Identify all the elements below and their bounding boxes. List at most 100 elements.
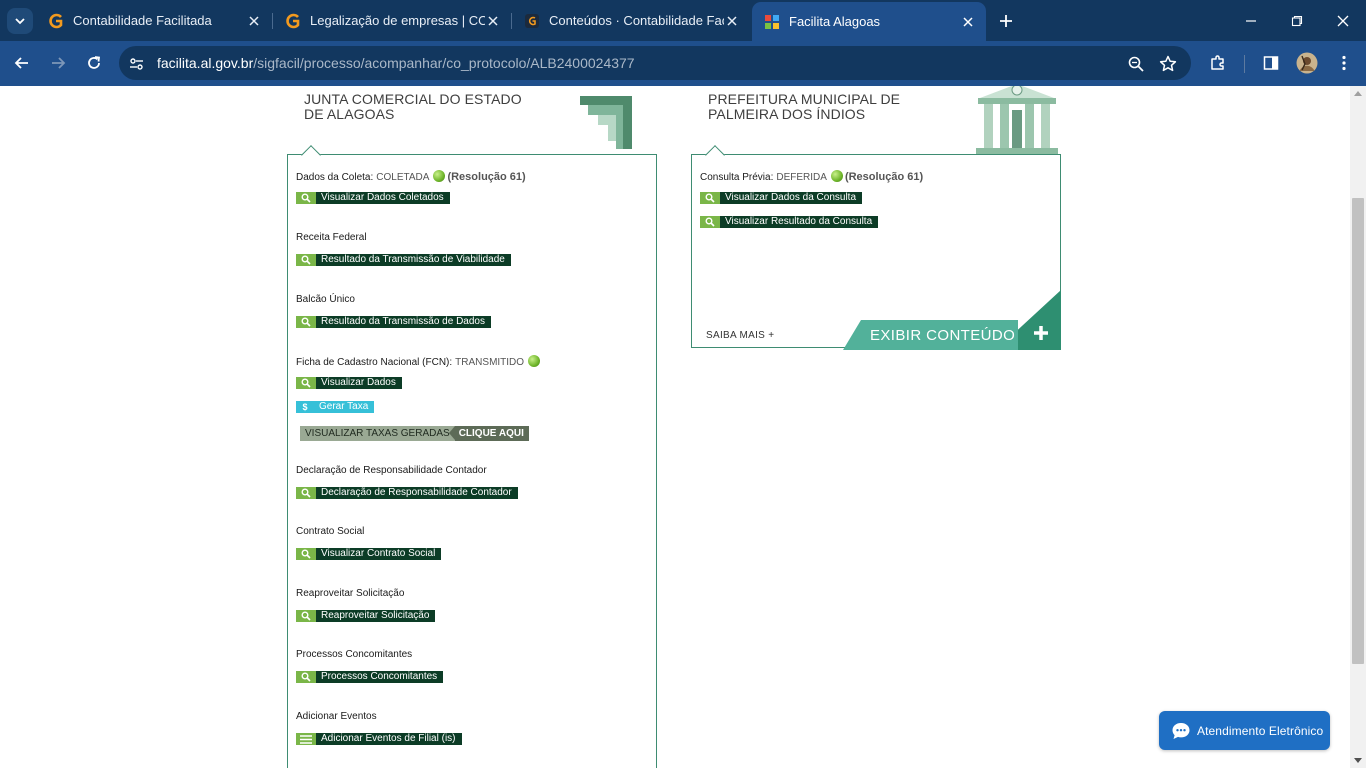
close-icon[interactable]: [485, 13, 501, 29]
back-button[interactable]: [10, 51, 34, 75]
button-label: Processos Concomitantes: [316, 671, 444, 683]
facilita-logo-icon: [764, 14, 780, 30]
browser-toolbar: facilita.al.gov.br/sigfacil/processo/aco…: [0, 41, 1366, 86]
close-icon[interactable]: [724, 13, 740, 29]
plus-icon: [1000, 15, 1012, 27]
extensions-button[interactable]: [1207, 52, 1229, 74]
magnifier-icon: [296, 610, 316, 622]
chat-bubble-icon: [1172, 722, 1190, 739]
contabilidade-small-logo-icon: [524, 13, 540, 29]
consulta-resolution: (Resolução 61): [844, 171, 924, 183]
visualizar-dados-coletados-button[interactable]: Visualizar Dados Coletados: [296, 192, 450, 204]
resultado-viabilidade-button[interactable]: Resultado da Transmissão de Viabilidade: [296, 254, 511, 266]
visualizar-taxas-geradas-link[interactable]: VISUALIZAR TAXAS GERADAS CLIQUE AQUI: [300, 426, 529, 441]
minimize-button[interactable]: [1239, 9, 1263, 33]
receita-label: Receita Federal: [296, 232, 367, 243]
gerar-taxa-button[interactable]: $ Gerar Taxa: [296, 401, 375, 413]
button-label: Visualizar Resultado da Consulta: [720, 216, 879, 228]
page-scrollbar[interactable]: [1350, 86, 1366, 768]
visualizar-resultado-consulta-button[interactable]: Visualizar Resultado da Consulta: [700, 216, 879, 228]
coleta-resolution: (Resolução 61): [447, 171, 526, 183]
visualizar-dados-button[interactable]: Visualizar Dados: [296, 377, 402, 389]
coleta-status: COLETADA: [376, 172, 430, 183]
site-settings-icon[interactable]: [127, 54, 147, 74]
resultado-transmissao-dados-button[interactable]: Resultado da Transmissão de Dados: [296, 316, 491, 328]
tab-bar: Contabilidade Facilitada Legalização de …: [0, 0, 1366, 41]
profile-button[interactable]: [1296, 52, 1318, 74]
eventos-label: Adicionar Eventos: [296, 711, 377, 722]
list-icon: [296, 733, 316, 745]
button-label: Visualizar Dados: [316, 377, 402, 389]
reaproveitar-label: Reaproveitar Solicitação: [296, 588, 405, 599]
concomitantes-label: Processos Concomitantes: [296, 649, 413, 660]
prefeitura-panel: [691, 145, 1061, 348]
zoom-icon[interactable]: [1126, 54, 1146, 74]
button-label: Adicionar Eventos de Filial (is): [316, 733, 462, 745]
visualizar-dados-consulta-button[interactable]: Visualizar Dados da Consulta: [700, 192, 863, 204]
tab-search-button[interactable]: [7, 8, 33, 34]
prefeitura-title-line2: PALMEIRA DOS ÍNDIOS: [708, 106, 866, 122]
fcn-label-text: Ficha de Cadastro Nacional (FCN):: [296, 357, 453, 368]
plus-icon[interactable]: [1032, 324, 1050, 342]
panel-notch: [301, 145, 321, 165]
button-label: Visualizar Contrato Social: [316, 548, 442, 560]
tab-legalizacao[interactable]: Legalização de empresas | CON: [273, 6, 511, 35]
button-label: Visualizar Dados da Consulta: [720, 192, 863, 204]
consulta-previa-label: Consulta Prévia: DEFERIDA (Resolução 61): [700, 170, 923, 183]
scroll-down-arrow-icon[interactable]: [1354, 758, 1362, 763]
close-icon[interactable]: [960, 14, 976, 30]
forward-button[interactable]: [46, 51, 70, 75]
junta-title-line1: JUNTA COMERCIAL DO ESTADO: [304, 91, 522, 107]
chevron-down-icon: [15, 18, 25, 25]
button-label: Reaproveitar Solicitação: [316, 610, 436, 622]
side-panel-icon: [1263, 56, 1279, 70]
reload-button[interactable]: [82, 51, 106, 75]
consulta-label-text: Consulta Prévia:: [700, 172, 774, 183]
close-window-button[interactable]: [1331, 9, 1355, 33]
tab-title: Legalização de empresas | CON: [310, 13, 485, 28]
fcn-label: Ficha de Cadastro Nacional (FCN): TRANSMI…: [296, 355, 541, 368]
tab-facilita-alagoas[interactable]: Facilita Alagoas: [752, 2, 986, 41]
url-text[interactable]: facilita.al.gov.br/sigfacil/processo/aco…: [157, 55, 635, 71]
magnifier-icon: [700, 216, 720, 228]
status-ok-icon: [433, 170, 446, 182]
browser-menu-button[interactable]: [1333, 52, 1355, 74]
magnifier-icon: [296, 316, 316, 328]
magnifier-icon: [296, 254, 316, 266]
atendimento-eletronico-button[interactable]: Atendimento Eletrônico: [1159, 711, 1330, 750]
scroll-up-arrow-icon[interactable]: [1354, 91, 1362, 96]
status-ok-icon: [528, 355, 541, 367]
reaproveitar-solicitacao-button[interactable]: Reaproveitar Solicitação: [296, 610, 436, 622]
junta-title: JUNTA COMERCIAL DO ESTADO DE ALAGOAS: [304, 92, 522, 122]
close-icon[interactable]: [246, 13, 262, 29]
processos-concomitantes-button[interactable]: Processos Concomitantes: [296, 671, 444, 683]
scrollbar-thumb[interactable]: [1352, 198, 1364, 664]
new-tab-button[interactable]: [994, 9, 1018, 33]
visualizar-contrato-social-button[interactable]: Visualizar Contrato Social: [296, 548, 442, 560]
adicionar-eventos-filial-button[interactable]: Adicionar Eventos de Filial (is): [296, 733, 462, 745]
magnifier-icon: [296, 548, 316, 560]
restore-icon: [1291, 15, 1303, 27]
minimize-icon: [1246, 20, 1256, 22]
declaracao-responsabilidade-button[interactable]: Declaração de Responsabilidade Contador: [296, 487, 518, 499]
exibir-conteudo-button[interactable]: EXIBIR CONTEÚDO: [843, 320, 1018, 350]
prefeitura-title-line1: PREFEITURA MUNICIPAL DE: [708, 91, 901, 107]
restore-button[interactable]: [1285, 9, 1309, 33]
prefeitura-title: PREFEITURA MUNICIPAL DE PALMEIRA DOS ÍND…: [708, 92, 900, 122]
tab-contabilidade-facilitada[interactable]: Contabilidade Facilitada: [36, 6, 272, 35]
clique-aqui-link[interactable]: CLIQUE AQUI: [448, 426, 529, 441]
chat-label: Atendimento Eletrônico: [1197, 723, 1324, 738]
tab-title: Contabilidade Facilitada: [73, 13, 212, 28]
magnifier-icon: [296, 192, 316, 204]
contrato-label: Contrato Social: [296, 526, 365, 537]
bookmark-star-icon[interactable]: [1158, 54, 1178, 74]
balcao-label: Balcão Único: [296, 294, 355, 305]
arrow-left-icon: [14, 57, 28, 69]
address-bar[interactable]: facilita.al.gov.br/sigfacil/processo/aco…: [119, 46, 1191, 80]
magnifier-icon: [700, 192, 720, 204]
magnifier-icon: [296, 377, 316, 389]
button-label: Resultado da Transmissão de Viabilidade: [316, 254, 511, 266]
tab-conteudos[interactable]: Conteúdos · Contabilidade Facil: [512, 6, 750, 35]
side-panel-button[interactable]: [1260, 52, 1282, 74]
saiba-mais-link[interactable]: SAIBA MAIS +: [706, 330, 774, 341]
